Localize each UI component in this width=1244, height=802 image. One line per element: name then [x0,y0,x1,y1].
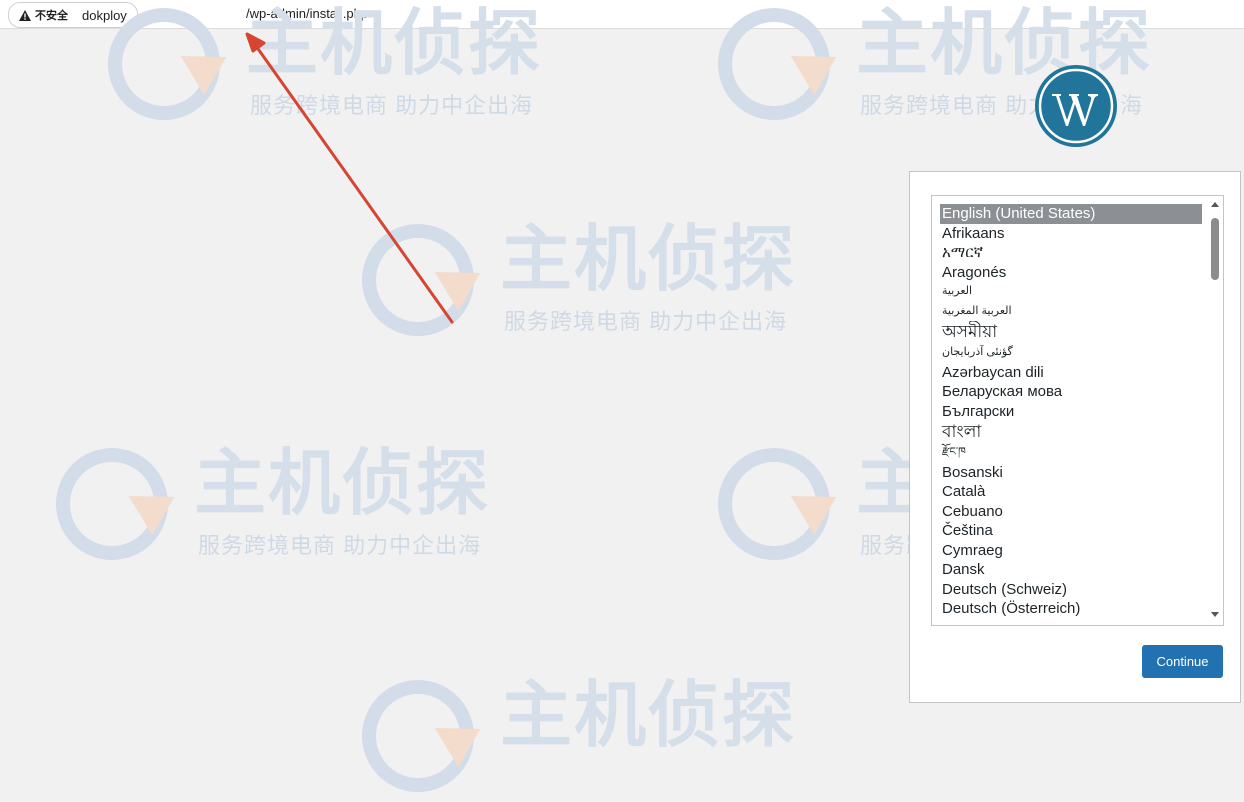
language-option[interactable]: Cebuano [940,502,1202,522]
language-scrollbar[interactable] [1207,196,1223,625]
scroll-down-arrow-icon[interactable] [1211,612,1219,617]
scrollbar-thumb[interactable] [1211,218,1219,280]
language-option[interactable]: English (United States) [940,204,1202,224]
language-option[interactable]: العربية المغربية [940,302,1202,322]
language-option[interactable]: گؤنئی آذربایجان [940,343,1202,363]
watermark-cursor-icon [423,708,481,768]
language-option[interactable]: Čeština [940,521,1202,541]
language-option[interactable]: Cymraeg [940,541,1202,561]
continue-button[interactable]: Continue [1142,645,1223,678]
language-option[interactable]: རྫོང་ཁ [940,443,1202,463]
language-option[interactable]: Беларуская мова [940,382,1202,402]
language-option[interactable]: Deutsch (Österreich) [940,599,1202,619]
language-options[interactable]: English (United States) Afrikaans አማርኛ Arag… [940,204,1202,619]
language-option[interactable]: Afrikaans [940,224,1202,244]
language-option[interactable]: Aragonés [940,263,1202,283]
language-select[interactable]: English (United States) Afrikaans አማርኛ Arag… [931,195,1224,626]
language-option[interactable]: العربية [940,282,1202,302]
language-option[interactable]: Azərbaycan dili [940,363,1202,383]
language-option[interactable]: Български [940,402,1202,422]
language-option[interactable]: Català [940,482,1202,502]
language-option[interactable]: বাংলা [940,421,1202,443]
language-panel: English (United States) Afrikaans አማርኛ Arag… [909,171,1241,703]
language-option[interactable]: Dansk [940,560,1202,580]
language-option[interactable]: Bosanski [940,463,1202,483]
language-option[interactable]: অসমীয়া [940,321,1202,343]
wordpress-logo[interactable] [1034,64,1118,148]
scroll-up-arrow-icon[interactable] [1211,202,1219,207]
language-option[interactable]: Deutsch (Schweiz) [940,580,1202,600]
language-option[interactable]: አማርኛ [940,243,1202,263]
